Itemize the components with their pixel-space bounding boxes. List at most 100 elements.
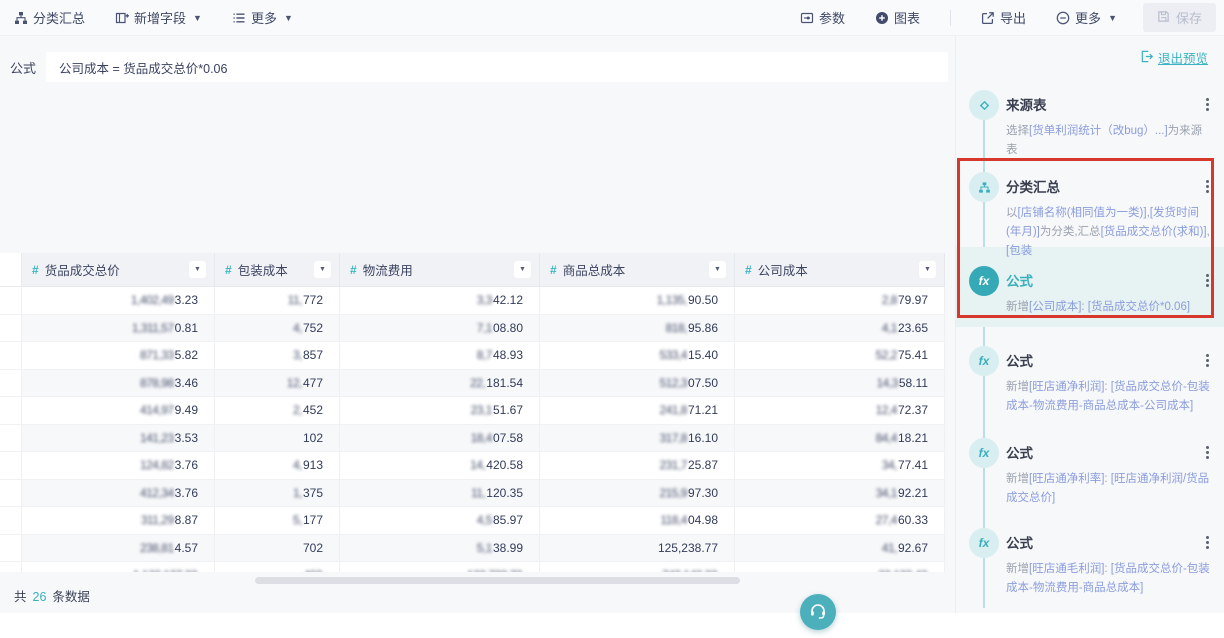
table-header-cell[interactable]: # 货品成交总价 ▼ [22, 253, 215, 286]
horizontal-scrollbar[interactable] [255, 577, 740, 584]
table-row: 1,311,570.814,7527,108.80818,95.864,123.… [0, 315, 945, 343]
export-button[interactable]: 导出 [981, 8, 1026, 27]
table-cell: 18,407.58 [340, 425, 540, 452]
table-cell: 118,404.98 [540, 507, 735, 534]
list-icon [232, 11, 246, 25]
table-cell-cut [0, 287, 22, 314]
table-cell: 533,415.40 [540, 342, 735, 369]
exit-icon [1140, 50, 1153, 66]
table-cell: 133,733.73 [340, 562, 540, 572]
table-cell: 4,752 [215, 315, 340, 342]
table-cell: 2,452 [215, 397, 340, 424]
table-header-cell[interactable]: # 物流费用 ▼ [340, 253, 540, 286]
pipeline-sidebar: 退出预览 来源表 选择[货单利润统计（改bug）...]为来源表 分类汇总 以[… [955, 36, 1224, 613]
chart-button[interactable]: 图表 [875, 8, 920, 27]
kebab-menu-icon[interactable] [1204, 444, 1211, 461]
row-count-value: 26 [33, 590, 47, 604]
table-header-cell[interactable]: # 商品总成本 ▼ [540, 253, 735, 286]
table-cell: 3,342.12 [340, 287, 540, 314]
table-row: 412,343.761,37511,120.35215,997.3034,192… [0, 480, 945, 508]
kebab-menu-icon[interactable] [1204, 178, 1211, 195]
step-description: 新增[旺店通净利率]: [旺店通净利润/货品成交总价] [1006, 470, 1211, 508]
kebab-menu-icon[interactable] [1204, 534, 1211, 551]
table-cell: 231,725.87 [540, 452, 735, 479]
table-cell: 102 [215, 425, 340, 452]
table-cell: 5,138.99 [340, 535, 540, 562]
numeric-hash-icon: # [225, 263, 232, 277]
table-cell: 84,418.21 [735, 425, 945, 452]
column-dropdown-icon[interactable]: ▼ [709, 261, 726, 278]
table-cell: 412,343.76 [22, 480, 215, 507]
more-right-button[interactable]: 更多 ▼ [1056, 8, 1117, 27]
table-cell: 311,298.87 [22, 507, 215, 534]
numeric-hash-icon: # [550, 263, 557, 277]
kebab-menu-icon[interactable] [1204, 352, 1211, 369]
table-cell-cut [0, 342, 22, 369]
step-description: 新增[旺店通毛利润]: [货品成交总价-包装成本-物流费用-商品总成本] [1006, 560, 1211, 598]
fx-icon: fx [969, 346, 999, 376]
table-cell-cut [0, 535, 22, 562]
table-cell: 12,472.37 [735, 397, 945, 424]
summarize-label: 分类汇总 [33, 8, 85, 27]
parameter-label: 参数 [819, 8, 845, 27]
table-cell: 2,879.97 [735, 287, 945, 314]
column-dropdown-icon[interactable]: ▼ [314, 261, 331, 278]
customer-service-button[interactable] [800, 594, 836, 630]
table-cell: 52,275.41 [735, 342, 945, 369]
table-row: 141,233.5310218,407.58317,816.1084,418.2… [0, 425, 945, 453]
table-header-cell-cut [0, 253, 22, 286]
kebab-menu-icon[interactable] [1204, 272, 1211, 289]
row-count-status: 共26条数据 [14, 586, 90, 605]
table-header-cell[interactable]: # 包装成本 ▼ [215, 253, 340, 286]
preview-canvas: 公式 # 货品成交总价 ▼ # 包装成本 ▼ # 物流费用 ▼ # 商品总成本 [0, 36, 955, 613]
formula-input[interactable] [46, 52, 948, 82]
add-field-button[interactable]: 新增字段 ▼ [115, 8, 202, 27]
table-cell: 241,871.21 [540, 397, 735, 424]
column-dropdown-icon[interactable]: ▼ [189, 261, 206, 278]
chevron-down-icon: ▼ [284, 13, 293, 23]
table-cell: 5,177 [215, 507, 340, 534]
step-summarize[interactable]: 分类汇总 以[店铺名称(相同值为一类)],[发货时间(年月)]为分类,汇总[货品… [956, 174, 1224, 261]
table-cell: 403 [215, 562, 340, 572]
step-formula-gross-profit[interactable]: fx 公式 新增[旺店通毛利润]: [货品成交总价-包装成本-物流费用-商品总成… [956, 530, 1224, 598]
table-cell: 22,181.54 [340, 370, 540, 397]
table-cell-cut [0, 397, 22, 424]
fx-icon: fx [969, 438, 999, 468]
step-formula-selected[interactable]: fx 公式 新增[公司成本]: [货品成交总价*0.06] [956, 268, 1224, 317]
parameter-icon [800, 11, 814, 25]
more-left-button[interactable]: 更多 ▼ [232, 8, 293, 27]
table-cell: 743,143.33 [540, 562, 735, 572]
top-toolbar: 分类汇总 新增字段 ▼ 更多 ▼ 参数 图表 [0, 0, 1224, 36]
step-source-table[interactable]: 来源表 选择[货单利润统计（改bug）...]为来源表 [956, 92, 1224, 160]
table-cell: 34,192.21 [735, 480, 945, 507]
column-dropdown-icon[interactable]: ▼ [919, 261, 936, 278]
step-description: 以[店铺名称(相同值为一类)],[发货时间(年月)]为分类,汇总[货品成交总价(… [1006, 204, 1211, 261]
save-icon [1157, 10, 1170, 26]
table-row: 1,123,137.33403133,733.73743,143.3333,13… [0, 562, 945, 572]
column-dropdown-icon[interactable]: ▼ [514, 261, 531, 278]
table-cell: 23,151.67 [340, 397, 540, 424]
table-row: 124,823.764,91314,420.58231,725.8734,77.… [0, 452, 945, 480]
table-cell: 8,748.93 [340, 342, 540, 369]
source-table-icon [969, 90, 999, 120]
table-header-cell[interactable]: # 公司成本 ▼ [735, 253, 945, 286]
step-formula-net-profit[interactable]: fx 公式 新增[旺店通净利润]: [货品成交总价-包装成本-物流费用-商品总成… [956, 348, 1224, 416]
step-formula-net-margin[interactable]: fx 公式 新增[旺店通净利率]: [旺店通净利润/货品成交总价] [956, 440, 1224, 508]
exit-preview-link[interactable]: 退出预览 [1140, 48, 1208, 67]
table-cell: 818,95.86 [540, 315, 735, 342]
kebab-menu-icon[interactable] [1204, 96, 1211, 113]
table-row: 311,298.875,1774,585.97118,404.9827,460.… [0, 507, 945, 535]
save-label: 保存 [1176, 8, 1202, 27]
numeric-hash-icon: # [32, 263, 39, 277]
table-cell: 4,585.97 [340, 507, 540, 534]
sitemap-icon [14, 11, 28, 25]
table-cell: 14,420.58 [340, 452, 540, 479]
table-cell: 238,814.57 [22, 535, 215, 562]
table-cell: 12,477 [215, 370, 340, 397]
table-cell: 14,358.11 [735, 370, 945, 397]
table-row: 871,335.823,8578,748.93533,415.4052,275.… [0, 342, 945, 370]
summarize-button[interactable]: 分类汇总 [14, 8, 85, 27]
save-button[interactable]: 保存 [1143, 3, 1216, 32]
parameter-button[interactable]: 参数 [800, 8, 845, 27]
table-cell: 317,816.10 [540, 425, 735, 452]
